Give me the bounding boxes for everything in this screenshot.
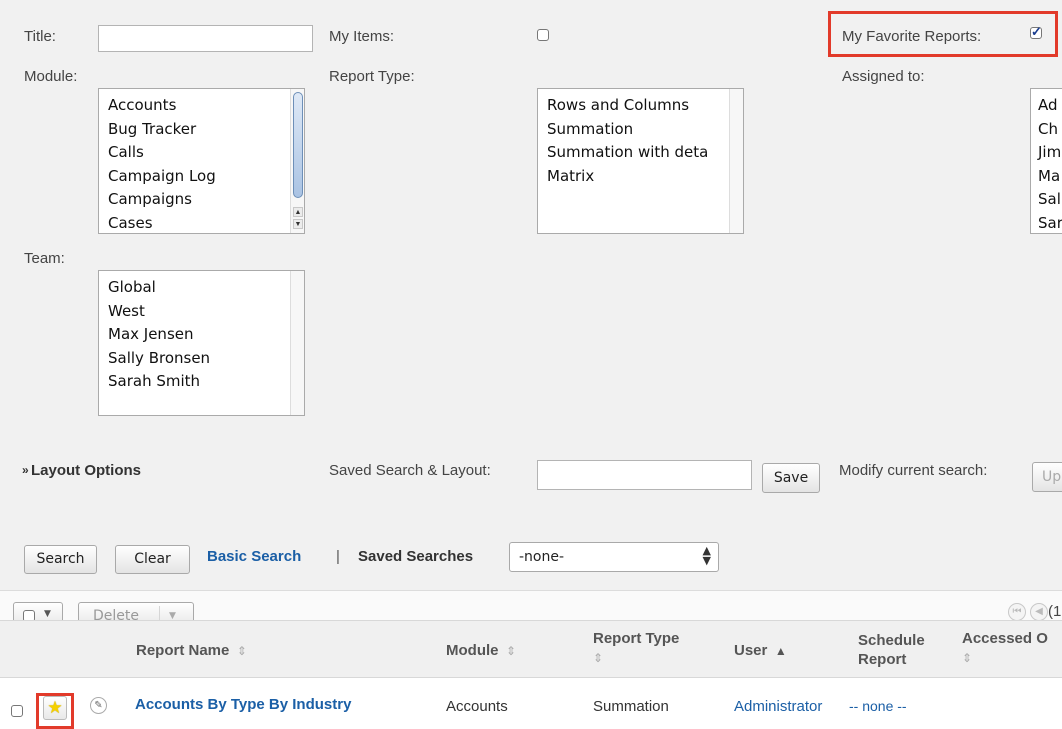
list-item[interactable]: Campaigns (108, 188, 216, 212)
column-label: Report Type (593, 630, 680, 647)
clear-button[interactable]: Clear (115, 545, 190, 574)
sort-icon[interactable]: ⇕ (503, 644, 516, 658)
table-row: ★ ✎ Accounts By Type By Industry Account… (0, 678, 1062, 729)
report-type-listbox[interactable]: Rows and Columns Summation Summation wit… (537, 88, 744, 234)
sort-icon[interactable]: ⇕ (962, 651, 972, 665)
team-listbox[interactable]: Global West Max Jensen Sally Bronsen Sar… (98, 270, 305, 416)
column-label: Accessed O (962, 630, 1048, 647)
column-schedule-report[interactable]: Schedule Report (858, 631, 925, 669)
assigned-to-listbox[interactable]: Ad Ch Jim Ma Sal Sar (1030, 88, 1062, 234)
list-item[interactable]: Summation (547, 118, 708, 142)
list-item[interactable]: West (108, 300, 210, 324)
pagination-info: (1 (1048, 603, 1062, 620)
module-cell: Accounts (446, 698, 508, 715)
sort-ascending-icon[interactable]: ▲ (772, 644, 787, 658)
column-label: Schedule (858, 632, 925, 649)
select-arrows-icon: ▲ ▼ (702, 544, 711, 567)
list-item[interactable]: Accounts (108, 94, 216, 118)
layout-options-toggle[interactable]: Layout Options (31, 462, 141, 479)
column-label: Report (858, 651, 907, 668)
list-item[interactable]: Ma (1038, 165, 1062, 189)
column-label: Report Name (136, 642, 230, 659)
report-type-cell: Summation (593, 698, 669, 715)
row-checkbox[interactable] (11, 705, 23, 717)
title-label: Title: (24, 28, 56, 45)
list-item[interactable]: Rows and Columns (547, 94, 708, 118)
list-item[interactable]: Matrix (547, 165, 708, 189)
report-name-link[interactable]: Accounts By Type By Industry (135, 696, 351, 713)
save-button[interactable]: Save (762, 463, 820, 493)
team-scrollbar[interactable] (290, 271, 304, 415)
list-item[interactable]: Calls (108, 141, 216, 165)
module-listbox[interactable]: Accounts Bug Tracker Calls Campaign Log … (98, 88, 305, 234)
chevron-down-icon[interactable]: ▼ (44, 609, 51, 619)
list-item[interactable]: Sally Bronsen (108, 347, 210, 371)
edit-pencil-icon[interactable]: ✎ (90, 697, 107, 714)
module-scrollbar[interactable]: ▲ ▼ (290, 89, 304, 233)
modify-current-search-label: Modify current search: (839, 462, 988, 479)
separator: | (336, 548, 340, 565)
favorite-star-icon[interactable]: ★ (43, 696, 67, 720)
column-module[interactable]: Module ⇕ (446, 641, 516, 661)
saved-searches-select[interactable]: -none- ▲ ▼ (509, 542, 719, 572)
basic-search-link[interactable]: Basic Search (207, 548, 301, 565)
scroll-thumb[interactable] (293, 92, 303, 198)
title-input[interactable] (98, 25, 313, 52)
list-item[interactable]: Max Jensen (108, 323, 210, 347)
search-button[interactable]: Search (24, 545, 97, 574)
column-accessed-on[interactable]: Accessed O ⇕ (962, 629, 1048, 668)
saved-search-name-input[interactable] (537, 460, 752, 490)
saved-searches-label: Saved Searches (358, 548, 474, 565)
previous-page-icon[interactable]: ◀ (1030, 603, 1048, 621)
advanced-search-panel: Title: My Items: My Favorite Reports: Mo… (0, 0, 1062, 590)
sort-icon[interactable]: ⇕ (234, 644, 247, 658)
column-report-name[interactable]: Report Name ⇕ (136, 641, 247, 661)
table-header: Report Name ⇕ Module ⇕ Report Type ⇕ User… (0, 620, 1062, 678)
favorites-highlight-box (828, 11, 1058, 57)
list-item[interactable]: Jim (1038, 141, 1062, 165)
module-label: Module: (24, 68, 78, 85)
report-type-label: Report Type: (329, 68, 415, 85)
list-item[interactable]: Global (108, 276, 210, 300)
list-item[interactable]: Sar (1038, 212, 1062, 234)
double-chevron-down-icon[interactable]: » (22, 463, 29, 477)
column-report-type[interactable]: Report Type ⇕ (593, 629, 679, 668)
column-user[interactable]: User ▲ (734, 641, 787, 661)
list-item[interactable]: Sal (1038, 188, 1062, 212)
scroll-down-icon[interactable]: ▼ (293, 219, 303, 229)
my-items-label: My Items: (329, 28, 395, 45)
column-label: User (734, 642, 768, 659)
sort-icon[interactable]: ⇕ (593, 651, 603, 665)
saved-search-layout-label: Saved Search & Layout: (329, 462, 491, 479)
schedule-report-link[interactable]: -- none -- (849, 698, 907, 714)
user-link[interactable]: Administrator (734, 698, 822, 715)
my-items-checkbox[interactable] (537, 29, 549, 41)
column-label: Module (446, 642, 499, 659)
report-type-scrollbar[interactable] (729, 89, 743, 233)
list-item[interactable]: Ch (1038, 118, 1062, 142)
list-item[interactable]: Cases (108, 212, 216, 234)
list-item[interactable]: Campaign Log (108, 165, 216, 189)
list-item[interactable]: Ad (1038, 94, 1062, 118)
list-item[interactable]: Bug Tracker (108, 118, 216, 142)
saved-searches-value: -none- (519, 549, 565, 565)
update-button[interactable]: Up (1032, 462, 1062, 492)
list-item[interactable]: Summation with deta (547, 141, 708, 165)
assigned-to-label: Assigned to: (842, 68, 925, 85)
team-label: Team: (24, 250, 65, 267)
first-page-icon[interactable]: ⏮ (1008, 603, 1026, 621)
list-item[interactable]: Sarah Smith (108, 370, 210, 394)
scroll-up-icon[interactable]: ▲ (293, 207, 303, 217)
